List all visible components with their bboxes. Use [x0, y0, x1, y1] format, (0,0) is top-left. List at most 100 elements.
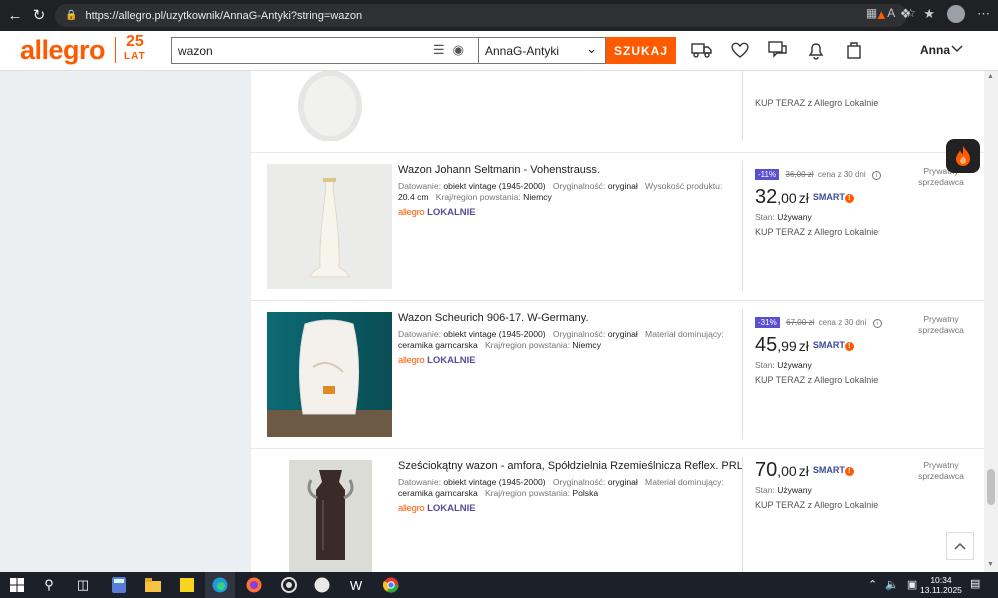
- bell-icon[interactable]: [804, 38, 828, 62]
- listing-item[interactable]: Wazon Johann Seltmann - Vohenstrauss. Da…: [251, 153, 984, 301]
- page-scrollbar[interactable]: ▲ ▼: [984, 71, 998, 572]
- listing-params: Datowanie: obiekt vintage (1945-2000) Or…: [398, 477, 724, 498]
- scrollbar-thumb[interactable]: [987, 469, 995, 505]
- user-name[interactable]: Anna: [920, 43, 950, 57]
- refresh-icon[interactable]: ↻: [26, 2, 52, 28]
- scroll-up-arrow-icon[interactable]: ▲: [987, 73, 994, 80]
- app-white-circle-icon[interactable]: [313, 576, 331, 594]
- smart-badge: SMART!: [813, 192, 854, 203]
- smart-badge: SMART!: [813, 465, 854, 476]
- system-clock[interactable]: 10:34 13.11.2025: [920, 575, 962, 595]
- volume-icon[interactable]: 🔈: [885, 578, 899, 591]
- firefox-icon[interactable]: [245, 576, 263, 594]
- app-circle-icon[interactable]: [280, 576, 298, 594]
- scroll-to-top-button[interactable]: [946, 532, 974, 560]
- listing-params: Datowanie: obiekt vintage (1945-2000) Or…: [398, 181, 723, 202]
- buy-now-label: KUP TERAZ z Allegro Lokalnie: [755, 227, 879, 237]
- listing-title[interactable]: Wazon Scheurich 906-17. W-Germany.: [398, 312, 589, 324]
- condition: Stan: Używany: [755, 212, 812, 222]
- price: 45,99 zł SMART!: [755, 334, 882, 357]
- condition: Stan: Używany: [755, 485, 812, 495]
- calculator-icon[interactable]: [110, 576, 128, 594]
- product-image[interactable]: [267, 312, 392, 437]
- lock-icon: 🔒: [65, 10, 78, 21]
- buy-now-label: KUP TERAZ z Allegro Lokalnie: [755, 98, 879, 108]
- allegro-lokalnie-badge: allegro LOKALNIE: [398, 355, 476, 366]
- clock-time: 10:34: [930, 575, 952, 585]
- product-image[interactable]: [289, 460, 372, 572]
- search-button[interactable]: SZUKAJ: [606, 37, 676, 64]
- buy-now-label: KUP TERAZ z Allegro Lokalnie: [755, 375, 879, 385]
- url-text: https://allegro.pl/uzytkownik/AnnaG-Anty…: [85, 9, 363, 22]
- scroll-down-arrow-icon[interactable]: ▼: [987, 561, 994, 568]
- price-divider: [742, 309, 743, 439]
- old-price: 36,00 zł: [785, 170, 814, 179]
- edge-browser-icon[interactable]: [211, 576, 229, 594]
- price-box: -31% 67,00 zł cena z 30 dni i 45,99 zł SMA…: [755, 312, 882, 385]
- listing-results: KUP TERAZ z Allegro Lokalnie Wazon Johan…: [251, 71, 984, 572]
- listing-title[interactable]: Wazon Johann Seltmann - Vohenstrauss.: [398, 164, 600, 176]
- seller-type: Prywatny sprzedawca: [918, 314, 964, 335]
- listing-title[interactable]: Sześciokątny wazon - amfora, Spółdzielni…: [398, 460, 743, 472]
- allegro-lokalnie-badge: allegro LOKALNIE: [398, 207, 476, 218]
- network-icon[interactable]: ▣: [907, 578, 917, 591]
- listing-item[interactable]: Sześciokątny wazon - amfora, Spółdzielni…: [251, 449, 984, 572]
- allegro-logo[interactable]: allegro: [20, 35, 106, 66]
- seller-type: Prywatny sprzedawca: [918, 460, 964, 481]
- price-box: -11% 36,00 zł cena z 30 dni i 32,00 zł SMA…: [755, 164, 882, 237]
- address-bar[interactable]: 🔒 https://allegro.pl/uzytkownik/AnnaG-An…: [55, 4, 907, 27]
- product-image[interactable]: [267, 164, 392, 289]
- settings-menu-icon[interactable]: ⋯: [977, 6, 990, 22]
- messages-icon[interactable]: [766, 38, 790, 62]
- condition: Stan: Używany: [755, 360, 812, 370]
- file-explorer-icon[interactable]: [144, 576, 162, 594]
- info-icon[interactable]: i: [872, 319, 882, 328]
- profile-avatar[interactable]: [947, 5, 965, 23]
- browser-toolbar: ← ↻ 🔒 https://allegro.pl/uzytkownik/Anna…: [0, 0, 998, 31]
- favorites-icon[interactable]: ★: [923, 6, 935, 22]
- search-input[interactable]: wazon: [171, 37, 478, 64]
- seller-filter-select[interactable]: AnnaG-Antyki ⌄: [478, 37, 606, 64]
- anniversary-badge: 25 LAT: [124, 34, 146, 64]
- extension-fire-icon[interactable]: ▲: [875, 7, 888, 22]
- product-image[interactable]: [280, 71, 380, 141]
- notifications-icon[interactable]: ▤: [970, 577, 980, 590]
- chevron-down-icon: ⌄: [586, 41, 597, 56]
- app-w-icon[interactable]: W: [347, 576, 365, 594]
- hot-deals-fire-icon[interactable]: [946, 139, 980, 173]
- left-sidebar-area: [0, 71, 251, 572]
- old-price-label: cena z 30 dni: [818, 170, 866, 179]
- allegro-lokalnie-badge: allegro LOKALNIE: [398, 503, 476, 514]
- task-view-icon[interactable]: ◫: [74, 576, 92, 594]
- delivery-truck-icon[interactable]: [690, 38, 714, 62]
- heart-icon[interactable]: [728, 38, 752, 62]
- seller-filter-value: AnnaG-Antyki: [485, 44, 560, 58]
- back-icon[interactable]: ←: [2, 2, 28, 28]
- sticky-notes-icon[interactable]: [178, 576, 196, 594]
- chevron-up-icon[interactable]: ⌃: [868, 578, 877, 591]
- info-icon[interactable]: i: [872, 171, 882, 180]
- discount-badge: -11%: [755, 169, 780, 180]
- start-windows-icon[interactable]: [8, 576, 26, 594]
- smart-badge: SMART!: [813, 340, 854, 351]
- old-price: 67,00 zł: [786, 318, 815, 327]
- filter-icon[interactable]: ☰: [433, 42, 445, 58]
- logo-separator: [115, 37, 116, 63]
- price: 70,00 zł SMART!: [755, 459, 878, 482]
- old-price-label: cena z 30 dni: [818, 318, 867, 327]
- chrome-icon[interactable]: [382, 576, 400, 594]
- price-box: 70,00 zł SMART! Stan: Używany KUP TERAZ z …: [755, 455, 878, 510]
- site-header: allegro 25 LAT wazon ☰ ◉ AnnaG-Antyki ⌄ …: [0, 31, 998, 71]
- extensions-icon[interactable]: ❖: [900, 6, 912, 22]
- price-divider: [742, 161, 743, 291]
- price: 32,00 zł SMART!: [755, 186, 881, 209]
- camera-search-icon[interactable]: ◉: [453, 42, 464, 58]
- chevron-down-icon[interactable]: [950, 41, 964, 60]
- listing-item[interactable]: KUP TERAZ z Allegro Lokalnie: [251, 71, 984, 153]
- search-icon[interactable]: ⚲: [40, 576, 58, 594]
- discount-badge: -31%: [755, 317, 780, 328]
- price-divider: [742, 457, 743, 572]
- anniversary-number: 25: [125, 33, 144, 50]
- cart-bag-icon[interactable]: [842, 38, 866, 62]
- listing-item[interactable]: Wazon Scheurich 906-17. W-Germany. Datow…: [251, 301, 984, 449]
